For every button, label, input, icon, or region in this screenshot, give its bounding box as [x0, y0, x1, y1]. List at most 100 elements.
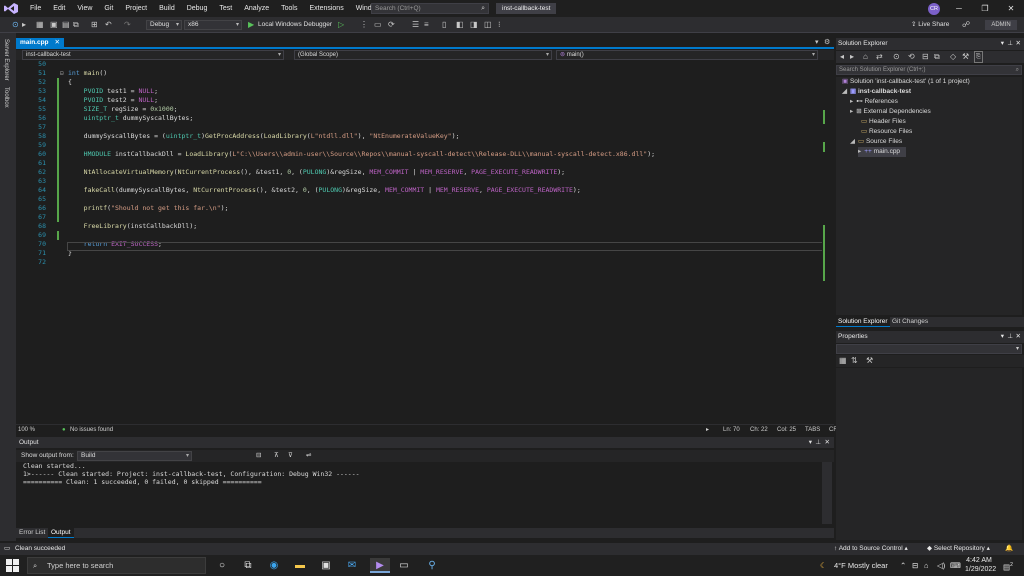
prev-message-icon[interactable]: ⊼ [274, 451, 279, 459]
tree-references[interactable]: ▸ ⊷ References [850, 97, 898, 107]
avatar[interactable]: CR [928, 3, 940, 15]
configuration-dropdown[interactable]: Debug ▾ [146, 20, 182, 30]
solution-search-input[interactable]: Search Solution Explorer (Ctrl+;) ⌕ [836, 65, 1022, 75]
save-all-icon[interactable]: ⧉ [73, 19, 79, 31]
tree-solution[interactable]: ▣ Solution 'inst-callback-test' (1 of 1 … [842, 77, 970, 87]
visual-studio-logo-icon[interactable] [4, 3, 18, 14]
bookmark-next-icon[interactable]: ◨ [470, 19, 478, 31]
preview-selected-icon[interactable]: ⎘ [974, 51, 983, 63]
windows-start-icon[interactable] [6, 559, 19, 572]
alphabetical-icon[interactable]: ⇅ [851, 355, 858, 367]
bookmark-clear-icon[interactable]: ◫ [484, 19, 492, 31]
tree-project[interactable]: ◢ ▣ inst-callback-test [842, 87, 911, 97]
taskbar-search-input[interactable]: ⌕ Type here to search [27, 557, 206, 574]
tree-header-files[interactable]: ▭ Header Files [861, 117, 906, 127]
code-line[interactable]: 55 SIZE_T regSize = 0x1000; [16, 105, 824, 114]
sync-icon[interactable]: ⟲ [908, 51, 915, 63]
extensions-icon[interactable]: ⊞ [91, 19, 98, 31]
terminal-icon[interactable]: ▭ [396, 558, 412, 573]
output-scrollbar[interactable] [822, 462, 832, 524]
pin-icon[interactable]: ⊥ [815, 437, 821, 448]
redo-icon[interactable]: ↷ [124, 19, 131, 31]
tray-app-icon[interactable]: ⊟ [912, 555, 918, 576]
tree-source-files[interactable]: ◢ ▭ Source Files [850, 137, 902, 147]
bookmark-prev-icon[interactable]: ◧ [456, 19, 464, 31]
code-line[interactable]: 61 [16, 159, 824, 168]
toolbox-icon[interactable]: ⋮ [360, 19, 368, 31]
tab-error-list[interactable]: Error List [16, 528, 48, 538]
code-line[interactable]: 50 [16, 60, 824, 69]
show-all-files-icon[interactable]: ⧉ [934, 51, 940, 63]
preview-icon[interactable]: ◇ [950, 51, 956, 63]
comment-icon[interactable]: ≡ [424, 19, 429, 31]
code-line[interactable]: 52 { [16, 78, 824, 87]
edge-browser-icon[interactable]: ◉ [266, 558, 282, 573]
code-line[interactable]: 62 NtAllocateVirtualMemory(NtCurrentProc… [16, 168, 824, 177]
chevron-down-icon[interactable]: ▾ [809, 437, 812, 448]
editor-scrollbar[interactable] [822, 60, 832, 423]
word-wrap-icon[interactable]: ⇌ [306, 451, 311, 459]
menu-git[interactable]: Git [98, 0, 119, 17]
volume-icon[interactable]: ◁) [937, 555, 945, 576]
start-debugging-button[interactable]: Local Windows Debugger [258, 19, 332, 31]
home-icon[interactable]: ⌂ [863, 51, 868, 63]
tab-solution-explorer[interactable]: Solution Explorer [836, 317, 890, 327]
tree-external-deps[interactable]: ▸ ⊞ External Dependencies [850, 107, 931, 117]
output-text-area[interactable]: Clean started... 1>------ Clean started:… [16, 462, 822, 524]
visual-studio-taskbar-icon[interactable]: ▶ [370, 558, 390, 573]
toolbar-overflow-icon[interactable]: ⁝ [498, 19, 501, 31]
fold-collapse-icon[interactable]: ⊟ [60, 69, 64, 78]
server-explorer-tab[interactable]: Server Explorer [3, 39, 9, 81]
tab-output[interactable]: Output [48, 528, 74, 538]
diagnostics-icon[interactable]: ▭ [374, 19, 382, 31]
code-line[interactable]: 57 [16, 123, 824, 132]
menu-build[interactable]: Build [153, 0, 181, 17]
new-project-icon[interactable]: ▦ [36, 19, 44, 31]
properties-object-dropdown[interactable]: ▾ [836, 344, 1022, 354]
issues-status[interactable]: No issues found [70, 426, 113, 434]
forward-icon[interactable]: ▸ [850, 51, 854, 63]
zoom-level[interactable]: 100 % [18, 426, 35, 434]
menu-tools[interactable]: Tools [275, 0, 303, 17]
network-tool-icon[interactable]: ⚲ [424, 558, 440, 573]
notification-center-icon[interactable]: ▤2 [1003, 555, 1013, 576]
menu-extensions[interactable]: Extensions [303, 0, 349, 17]
chevron-down-icon[interactable]: ▾ [1001, 38, 1004, 50]
indent-mode[interactable]: TABS [805, 426, 820, 434]
weather-text[interactable]: 4°F Mostly clear [834, 555, 888, 576]
notifications-bell-icon[interactable]: 🔔 [1005, 543, 1013, 555]
select-repository-button[interactable]: ◆ Select Repository ▴ [927, 543, 990, 555]
restore-button[interactable]: ❐ [972, 0, 998, 17]
menu-project[interactable]: Project [119, 0, 153, 17]
close-icon[interactable]: ✕ [1016, 38, 1021, 50]
code-line[interactable]: 69 [16, 231, 824, 240]
mail-icon[interactable]: ✉ [344, 558, 360, 573]
file-explorer-icon[interactable]: ▬ [292, 558, 308, 573]
categorized-icon[interactable]: ▦ [839, 355, 847, 367]
open-file-icon[interactable]: ▣ [50, 19, 58, 31]
pin-icon[interactable]: ⊥ [1007, 38, 1013, 50]
navigate-forward-icon[interactable]: ▸ [22, 19, 26, 31]
menu-analyze[interactable]: Analyze [238, 0, 275, 17]
show-hidden-icons-icon[interactable]: ⌃ [900, 555, 906, 576]
code-line[interactable]: 51 ⊟ int main() [16, 69, 824, 78]
properties-wrench-icon[interactable]: ⚒ [962, 51, 969, 63]
feedback-icon[interactable]: ☍ [962, 19, 970, 31]
settings-gear-icon[interactable]: ⚙ [824, 38, 830, 47]
close-button[interactable]: ✕ [998, 0, 1024, 17]
code-line[interactable]: 54 PVOID test2 = NULL; [16, 96, 824, 105]
chevron-down-icon[interactable]: ▾ [815, 38, 819, 47]
start-without-debugging-icon[interactable]: ▷ [338, 19, 344, 31]
live-share-button[interactable]: ⇪ Live Share [911, 19, 949, 31]
menu-debug[interactable]: Debug [181, 0, 214, 17]
property-pages-icon[interactable]: ⚒ [866, 355, 873, 367]
code-line[interactable]: 59 [16, 141, 824, 150]
tree-resource-files[interactable]: ▭ Resource Files [861, 127, 912, 137]
code-line[interactable]: 53 PVOID test1 = NULL; [16, 87, 824, 96]
project-scope-dropdown[interactable]: inst-callback-test ▾ [22, 50, 284, 60]
toolbox-tab[interactable]: Toolbox [3, 87, 9, 108]
global-scope-dropdown[interactable]: (Global Scope) ▾ [294, 50, 552, 60]
output-source-dropdown[interactable]: Build ▾ [77, 451, 192, 461]
platform-dropdown[interactable]: x86 ▾ [184, 20, 242, 30]
close-icon[interactable]: ✕ [825, 437, 830, 448]
